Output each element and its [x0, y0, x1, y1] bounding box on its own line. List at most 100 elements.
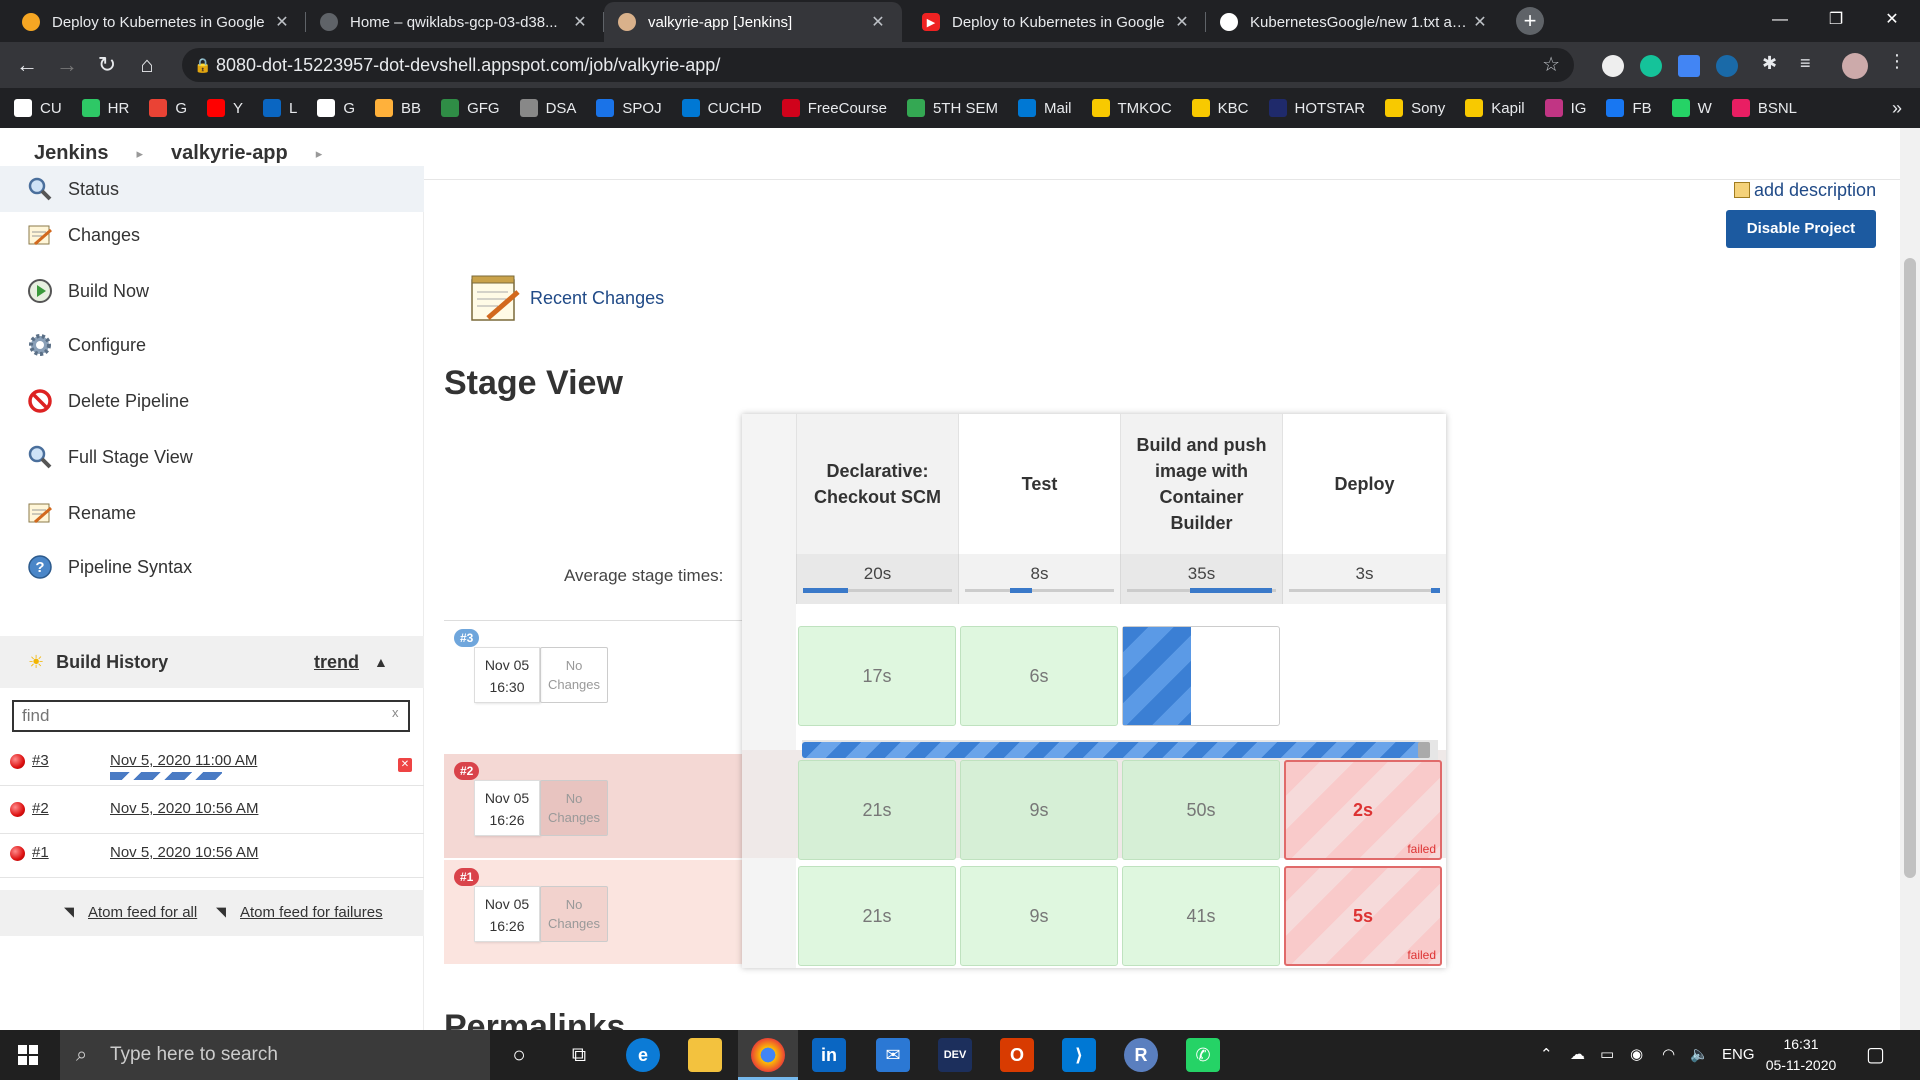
close-window-icon[interactable]: ✕: [1864, 0, 1920, 40]
address-bar[interactable]: 🔒 8080-dot-15223957-dot-devshell.appspot…: [182, 48, 1574, 82]
windows-start-icon[interactable]: [18, 1045, 38, 1065]
taskbar-search-box[interactable]: ⌕ Type here to search: [60, 1030, 490, 1080]
atom-feed-all-link[interactable]: Atom feed for all: [88, 904, 197, 921]
edge-icon[interactable]: e: [626, 1038, 660, 1072]
bookmark-item[interactable]: FB: [1606, 99, 1652, 117]
onedrive-icon[interactable]: ☁: [1570, 1030, 1585, 1080]
back-arrow-icon[interactable]: ←: [12, 50, 42, 80]
system-clock[interactable]: 16:31 05-11-2020: [1756, 1034, 1846, 1076]
browser-tab-active[interactable]: valkyrie-app [Jenkins] ✕: [604, 2, 902, 42]
bookmark-item[interactable]: Mail: [1017, 99, 1072, 117]
translate-icon[interactable]: [1678, 55, 1700, 77]
bookmark-item[interactable]: BB: [375, 99, 421, 117]
reload-icon[interactable]: ↻: [92, 50, 122, 80]
linkedin-icon[interactable]: in: [812, 1038, 846, 1072]
atom-feed-failures-link[interactable]: Atom feed for failures: [240, 904, 383, 921]
chevron-up-icon[interactable]: ▲: [374, 654, 388, 670]
puzzle-icon[interactable]: ✱: [1762, 53, 1784, 75]
sidebar-item-delete-pipeline[interactable]: Delete Pipeline: [0, 378, 424, 424]
chevron-up-icon[interactable]: ⌃: [1540, 1030, 1553, 1080]
r-icon[interactable]: R: [1124, 1038, 1158, 1072]
bookmark-item[interactable]: FreeCourse: [781, 99, 887, 117]
mail-icon[interactable]: ✉: [876, 1038, 910, 1072]
bookmark-item[interactable]: G: [317, 99, 355, 117]
breadcrumb-arrow-icon[interactable]: ▸: [316, 146, 323, 162]
extension-icon[interactable]: [1602, 55, 1624, 77]
file-explorer-icon[interactable]: [688, 1038, 722, 1072]
breadcrumb-job[interactable]: valkyrie-app: [171, 142, 288, 165]
language-indicator[interactable]: ENG: [1722, 1030, 1755, 1080]
volume-icon[interactable]: 🔈: [1690, 1030, 1709, 1080]
bookmark-item[interactable]: GFG: [441, 99, 500, 117]
browser-tab[interactable]: ▶ Deploy to Kubernetes in Google ✕: [908, 2, 1206, 42]
bookmark-item[interactable]: KBC: [1191, 99, 1249, 117]
stage-cell-success[interactable]: 6s: [960, 626, 1118, 726]
dev-icon[interactable]: DEV: [938, 1038, 972, 1072]
add-description-link[interactable]: add description: [1734, 180, 1876, 201]
whatsapp-icon[interactable]: ✆: [1186, 1038, 1220, 1072]
build-number-link[interactable]: #3: [32, 752, 49, 769]
home-icon[interactable]: ⌂: [132, 50, 162, 80]
sidebar-item-configure[interactable]: Configure: [0, 322, 424, 368]
new-tab-button[interactable]: +: [1516, 7, 1544, 35]
run-badge[interactable]: #3: [454, 629, 480, 647]
browser-tab[interactable]: KubernetesGoogle/new 1.txt at m ✕: [1206, 2, 1504, 42]
build-search-input[interactable]: [12, 700, 410, 732]
trend-link[interactable]: trend: [314, 652, 359, 673]
bookmark-item[interactable]: HR: [81, 99, 129, 117]
stage-cell-success[interactable]: 21s: [798, 760, 956, 860]
bookmark-star-icon[interactable]: ☆: [1542, 48, 1560, 82]
bookmark-item[interactable]: Y: [207, 99, 243, 117]
bookmark-item[interactable]: TMKOC: [1091, 99, 1172, 117]
bookmark-item[interactable]: G: [149, 99, 187, 117]
restore-icon[interactable]: ❐: [1808, 0, 1864, 40]
stage-cell-success[interactable]: 17s: [798, 626, 956, 726]
menu-dots-icon[interactable]: ⋮: [1888, 51, 1910, 73]
close-tab-icon[interactable]: ✕: [272, 12, 292, 32]
no-changes-box[interactable]: No Changes: [540, 647, 608, 703]
recent-changes-link[interactable]: Recent Changes: [468, 272, 664, 324]
stage-cell-success[interactable]: 21s: [798, 866, 956, 966]
cortana-icon[interactable]: ○: [502, 1038, 536, 1072]
bookmark-item[interactable]: HOTSTAR: [1268, 99, 1365, 117]
wifi-icon[interactable]: ◠: [1662, 1030, 1675, 1080]
bookmark-item[interactable]: Kapil: [1465, 99, 1525, 117]
stage-cell-success[interactable]: 9s: [960, 760, 1118, 860]
stop-build-icon[interactable]: ✕: [398, 758, 412, 772]
close-tab-icon[interactable]: ✕: [1172, 12, 1192, 32]
bookmark-item[interactable]: CU: [14, 99, 62, 117]
close-tab-icon[interactable]: ✕: [868, 12, 888, 32]
no-changes-box[interactable]: No Changes: [540, 886, 608, 942]
bookmarks-overflow-icon[interactable]: »: [1892, 88, 1902, 128]
stage-cell-success[interactable]: 50s: [1122, 760, 1280, 860]
bookmark-item[interactable]: SPOJ: [596, 99, 662, 117]
close-tab-icon[interactable]: ✕: [570, 12, 590, 32]
bookmark-item[interactable]: Sony: [1385, 99, 1445, 117]
close-tab-icon[interactable]: ✕: [1470, 12, 1490, 32]
disable-project-button[interactable]: Disable Project: [1726, 210, 1876, 248]
breadcrumb-arrow-icon[interactable]: ▸: [136, 146, 143, 162]
bookmark-item[interactable]: 5TH SEM: [906, 99, 998, 117]
extension-icon[interactable]: [1716, 55, 1738, 77]
bookmark-item[interactable]: W: [1671, 99, 1712, 117]
bookmark-item[interactable]: L: [263, 99, 297, 117]
sidebar-item-rename[interactable]: Rename: [0, 490, 424, 536]
bookmark-item[interactable]: CUCHD: [681, 99, 762, 117]
stage-cell-failed[interactable]: 2s failed: [1284, 760, 1442, 860]
sidebar-item-build-now[interactable]: Build Now: [0, 268, 424, 314]
clear-search-icon[interactable]: x: [392, 705, 399, 720]
grammarly-icon[interactable]: [1640, 55, 1662, 77]
stage-cell-running[interactable]: [1122, 626, 1280, 726]
build-date-link[interactable]: Nov 5, 2020 10:56 AM: [110, 800, 258, 817]
scrollbar-thumb[interactable]: [1904, 258, 1916, 878]
breadcrumb-jenkins[interactable]: Jenkins: [34, 142, 108, 165]
task-view-icon[interactable]: ⧉: [562, 1038, 596, 1072]
no-changes-box[interactable]: No Changes: [540, 780, 608, 836]
avatar[interactable]: [1842, 53, 1868, 79]
build-number-link[interactable]: #2: [32, 800, 49, 817]
bookmark-item[interactable]: IG: [1544, 99, 1586, 117]
media-control-icon[interactable]: ≡: [1800, 53, 1822, 75]
chrome-tray-icon[interactable]: ◉: [1630, 1030, 1643, 1080]
stage-cell-success[interactable]: 9s: [960, 866, 1118, 966]
chrome-icon[interactable]: [751, 1038, 785, 1072]
